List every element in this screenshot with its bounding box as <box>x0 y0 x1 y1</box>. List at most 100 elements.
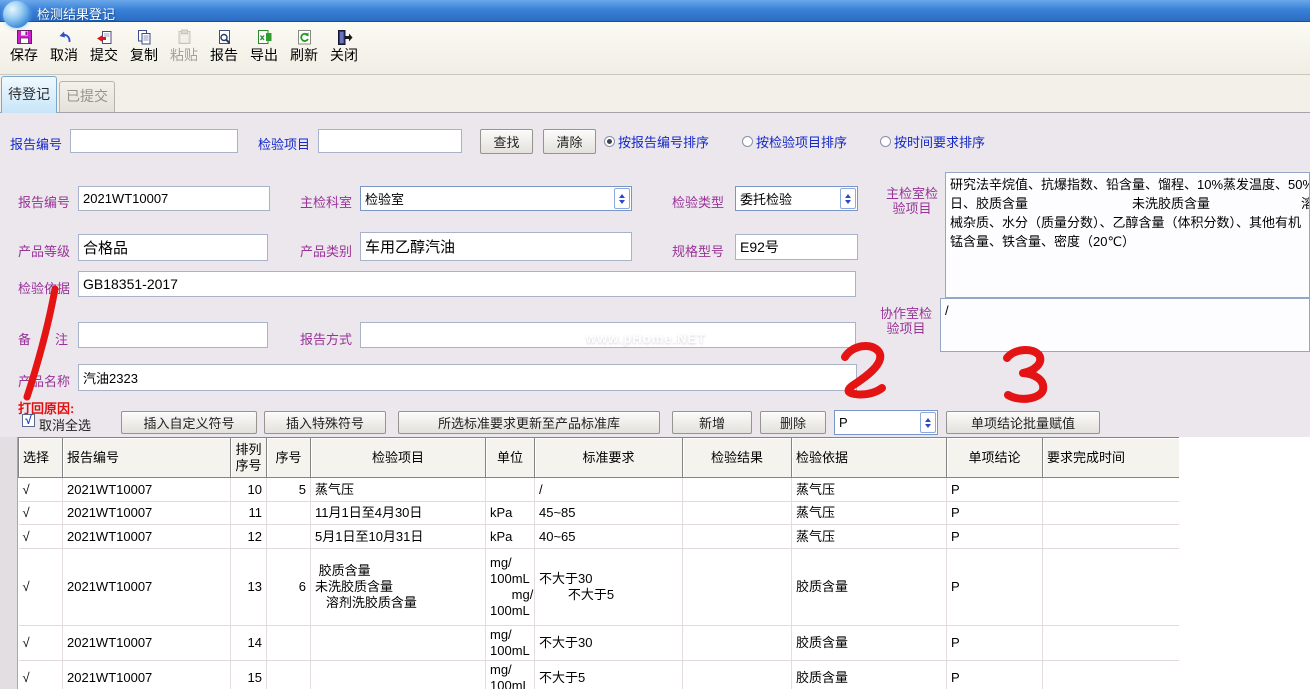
coop-items-panel[interactable]: / <box>940 298 1310 352</box>
cell-result[interactable] <box>683 549 792 626</box>
cell-seq_no[interactable] <box>267 626 311 661</box>
cell-standard[interactable]: 45~85 <box>535 502 683 525</box>
insert-special-symbol-button[interactable]: 插入特殊符号 <box>264 411 386 434</box>
cell-conclusion[interactable]: P <box>947 661 1043 689</box>
delete-button[interactable]: 删除 <box>760 411 826 434</box>
cell-deadline[interactable] <box>1043 525 1180 549</box>
cell-basis[interactable]: 蒸气压 <box>792 478 947 502</box>
cell-deadline[interactable] <box>1043 661 1180 689</box>
uncheck-all-checkbox[interactable]: √ <box>22 414 35 427</box>
cell-sort_no[interactable]: 11 <box>231 502 267 525</box>
toolbar-button-undo[interactable]: 取消 <box>44 26 84 72</box>
cell-selected[interactable]: √ <box>19 626 63 661</box>
radio-icon[interactable] <box>742 136 753 147</box>
cell-deadline[interactable] <box>1043 626 1180 661</box>
cell-conclusion[interactable]: P <box>947 626 1043 661</box>
conclusion-combo[interactable]: P <box>834 410 938 435</box>
cell-selected[interactable]: √ <box>19 525 63 549</box>
cell-seq_no[interactable] <box>267 661 311 689</box>
cell-sort_no[interactable]: 10 <box>231 478 267 502</box>
tab-submitted[interactable]: 已提交 <box>59 81 115 112</box>
clear-button[interactable]: 清除 <box>543 129 596 154</box>
sort-option-2[interactable]: 按时间要求排序 <box>880 132 985 151</box>
cell-seq_no[interactable]: 6 <box>267 549 311 626</box>
search-report-no-input[interactable] <box>70 129 238 153</box>
cell-result[interactable] <box>683 502 792 525</box>
cell-selected[interactable]: √ <box>19 502 63 525</box>
update-standard-button[interactable]: 所选标准要求更新至产品标准库 <box>398 411 660 434</box>
cell-item[interactable]: 5月1日至10月31日 <box>311 525 486 549</box>
toolbar-button-submit[interactable]: 提交 <box>84 26 124 72</box>
product-category-input[interactable]: 车用乙醇汽油 <box>360 232 632 261</box>
sort-option-1[interactable]: 按检验项目排序 <box>742 132 847 151</box>
cell-selected[interactable]: √ <box>19 478 63 502</box>
cell-item[interactable] <box>311 626 486 661</box>
cell-result[interactable] <box>683 525 792 549</box>
cell-standard[interactable]: / <box>535 478 683 502</box>
cell-sort_no[interactable]: 15 <box>231 661 267 689</box>
spinner-icon[interactable] <box>614 188 630 209</box>
inspect-type-combo[interactable]: 委托检验 <box>735 186 858 211</box>
cell-conclusion[interactable]: P <box>947 502 1043 525</box>
search-item-input[interactable] <box>318 129 462 153</box>
insert-custom-symbol-button[interactable]: 插入自定义符号 <box>121 411 257 434</box>
cell-sort_no[interactable]: 12 <box>231 525 267 549</box>
cell-standard[interactable]: 40~65 <box>535 525 683 549</box>
cell-item[interactable] <box>311 661 486 689</box>
cell-sort_no[interactable]: 13 <box>231 549 267 626</box>
cell-standard[interactable]: 不大于5 <box>535 661 683 689</box>
inspect-basis-input[interactable]: GB18351-2017 <box>78 271 856 297</box>
add-button[interactable]: 新增 <box>672 411 752 434</box>
cell-item[interactable]: 蒸气压 <box>311 478 486 502</box>
cell-conclusion[interactable]: P <box>947 525 1043 549</box>
spinner-icon[interactable] <box>840 188 856 209</box>
toolbar-button-refresh[interactable]: 刷新 <box>284 26 324 72</box>
cell-item[interactable]: 11月1日至4月30日 <box>311 502 486 525</box>
spinner-icon[interactable] <box>920 412 936 433</box>
cell-report_no[interactable]: 2021WT10007 <box>63 549 231 626</box>
product-name-input[interactable]: 汽油2323 <box>78 364 857 391</box>
cell-standard[interactable]: 不大于30 <box>535 626 683 661</box>
toolbar-button-copy[interactable]: 复制 <box>124 26 164 72</box>
cell-result[interactable] <box>683 661 792 689</box>
report-no-input[interactable]: 2021WT10007 <box>78 186 270 211</box>
toolbar-button-export[interactable]: 导出 <box>244 26 284 72</box>
cell-basis[interactable]: 胶质含量 <box>792 661 947 689</box>
product-grade-input[interactable]: 合格品 <box>78 234 268 261</box>
cell-selected[interactable]: √ <box>19 661 63 689</box>
cell-standard[interactable]: 不大于30 不大于5 <box>535 549 683 626</box>
cell-deadline[interactable] <box>1043 478 1180 502</box>
toolbar-button-report[interactable]: 报告 <box>204 26 244 72</box>
toolbar-button-close[interactable]: 关闭 <box>324 26 364 72</box>
main-dept-combo[interactable]: 检验室 <box>360 186 632 211</box>
cell-result[interactable] <box>683 626 792 661</box>
cell-report_no[interactable]: 2021WT10007 <box>63 478 231 502</box>
cell-seq_no[interactable] <box>267 525 311 549</box>
cell-report_no[interactable]: 2021WT10007 <box>63 661 231 689</box>
remark-input[interactable] <box>78 322 268 348</box>
cell-unit[interactable] <box>486 478 535 502</box>
cell-basis[interactable]: 蒸气压 <box>792 525 947 549</box>
cell-conclusion[interactable]: P <box>947 478 1043 502</box>
cell-basis[interactable]: 胶质含量 <box>792 626 947 661</box>
cell-item[interactable]: 胶质含量 未洗胶质含量 溶剂洗胶质含量 <box>311 549 486 626</box>
sort-option-0[interactable]: 按报告编号排序 <box>604 132 709 151</box>
cell-unit[interactable]: kPa <box>486 525 535 549</box>
cell-basis[interactable]: 蒸气压 <box>792 502 947 525</box>
cell-unit[interactable]: mg/ 100mL <box>486 626 535 661</box>
cell-report_no[interactable]: 2021WT10007 <box>63 626 231 661</box>
cell-unit[interactable]: mg/ 100mL mg/ 100mL <box>486 549 535 626</box>
cell-seq_no[interactable] <box>267 502 311 525</box>
cell-deadline[interactable] <box>1043 549 1180 626</box>
spec-model-input[interactable]: E92号 <box>735 234 858 260</box>
cell-seq_no[interactable]: 5 <box>267 478 311 502</box>
cell-report_no[interactable]: 2021WT10007 <box>63 502 231 525</box>
cell-sort_no[interactable]: 14 <box>231 626 267 661</box>
cell-conclusion[interactable]: P <box>947 549 1043 626</box>
cell-deadline[interactable] <box>1043 502 1180 525</box>
batch-assign-button[interactable]: 单项结论批量赋值 <box>946 411 1100 434</box>
radio-icon[interactable] <box>880 136 891 147</box>
main-items-panel[interactable]: 研究法辛烷值、抗爆指数、铅含量、馏程、10%蒸发温度、50%蒸 日、胶质含量 未… <box>945 172 1310 298</box>
radio-icon[interactable] <box>604 136 615 147</box>
find-button[interactable]: 查找 <box>480 129 533 154</box>
